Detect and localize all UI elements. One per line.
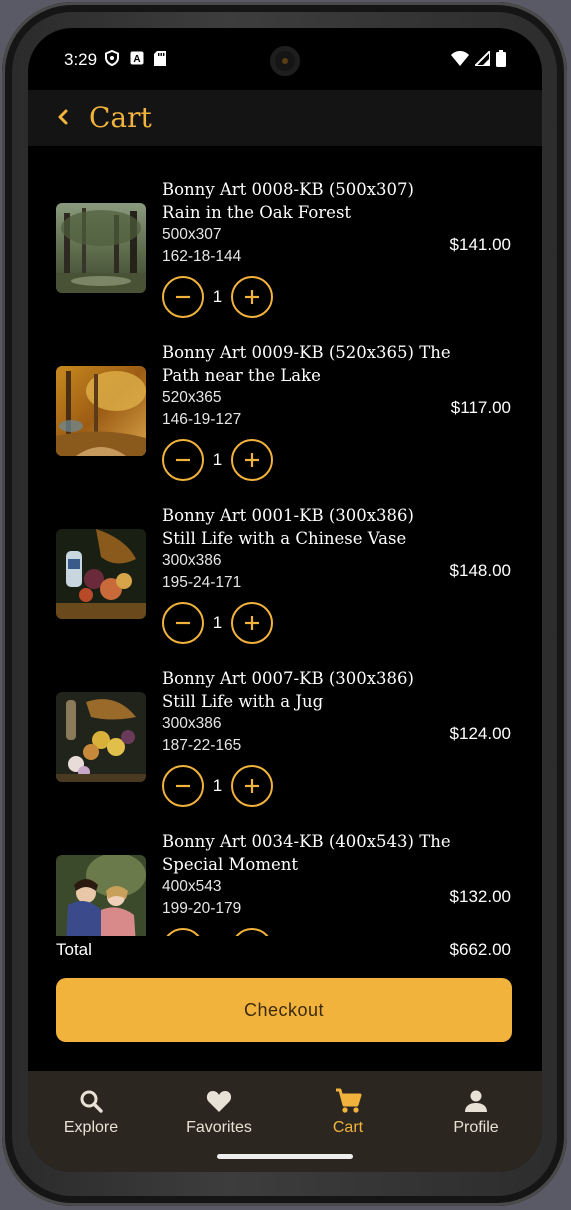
shield-icon xyxy=(105,50,119,66)
increase-button[interactable] xyxy=(231,765,273,807)
item-size: 520x365 xyxy=(162,389,222,406)
battery-icon xyxy=(496,50,506,67)
plus-icon xyxy=(245,453,259,467)
minus-icon xyxy=(176,458,190,462)
cart-item: Bonny Art 0007-KB (300x386) Still Life w… xyxy=(28,667,542,830)
minus-icon xyxy=(164,930,202,936)
chevron-left-icon xyxy=(58,109,68,125)
item-title: Bonny Art 0001-KB (300x386) Still Life w… xyxy=(162,506,414,548)
nav-label: Explore xyxy=(63,1119,119,1136)
item-title: Bonny Art 0007-KB (300x386) Still Life w… xyxy=(162,669,414,711)
increase-button[interactable] xyxy=(231,439,273,481)
artwork-thumbnail[interactable] xyxy=(56,366,146,456)
total-value: $662.00 xyxy=(449,940,511,959)
item-size: 300x386 xyxy=(162,715,222,732)
increase-button[interactable] xyxy=(231,276,273,318)
decrease-button[interactable] xyxy=(162,765,204,807)
nav-item-cart[interactable]: Cart xyxy=(288,1087,408,1137)
cart-item: Bonny Art 0001-KB (300x386) Still Life w… xyxy=(28,504,542,667)
decrease-button[interactable] xyxy=(162,602,204,644)
screen: 3:29 A Cart Bonny Art 0008-KB (500x307) … xyxy=(28,28,542,1172)
quantity-stepper: 1 xyxy=(162,928,273,936)
status-time: 3:29 xyxy=(64,50,98,69)
item-price: $124.00 xyxy=(449,724,511,743)
plus-icon xyxy=(245,290,259,304)
quantity-value: 1 xyxy=(212,450,223,469)
increase-button[interactable] xyxy=(231,602,273,644)
plus-icon xyxy=(233,930,271,936)
cart-icon xyxy=(336,1088,362,1113)
increase-button[interactable] xyxy=(231,928,273,936)
decrease-button[interactable] xyxy=(162,928,204,936)
checkout-button[interactable]: Checkout xyxy=(56,978,512,1042)
nav-label: Favorites xyxy=(186,1119,252,1136)
quantity-value: 1 xyxy=(212,613,223,632)
status-icons-left: A xyxy=(104,50,166,66)
quantity-stepper: 1 xyxy=(162,439,273,481)
search-icon xyxy=(80,1090,103,1113)
cart-item: Bonny Art 0009-KB (520x365) The Path nea… xyxy=(28,341,542,504)
item-code: 187-22-165 xyxy=(162,737,242,754)
item-title: Bonny Art 0034-KB (400x543) The Special … xyxy=(162,832,451,874)
sd-card-icon xyxy=(154,50,166,66)
person-icon xyxy=(465,1090,487,1112)
minus-icon xyxy=(176,295,190,299)
item-code: 199-20-179 xyxy=(162,900,242,917)
camera-cutout xyxy=(270,46,300,76)
minus-icon xyxy=(176,784,190,788)
item-price: $148.00 xyxy=(449,561,511,580)
status-bar: 3:29 A xyxy=(28,28,542,90)
decrease-button[interactable] xyxy=(162,276,204,318)
item-code: 195-24-171 xyxy=(162,574,242,591)
artwork-thumbnail[interactable] xyxy=(56,855,146,936)
cart-list[interactable]: Bonny Art 0008-KB (500x307) Rain in the … xyxy=(28,146,542,936)
back-button[interactable] xyxy=(48,102,78,132)
plus-icon xyxy=(245,616,259,630)
item-size: 300x386 xyxy=(162,552,222,569)
wifi-icon xyxy=(451,51,469,66)
page-title: Cart xyxy=(89,101,152,134)
status-icons-right xyxy=(451,50,506,67)
item-title: Bonny Art 0008-KB (500x307) Rain in the … xyxy=(162,180,414,222)
item-code: 146-19-127 xyxy=(162,411,242,428)
home-indicator[interactable] xyxy=(217,1154,353,1159)
decrease-button[interactable] xyxy=(162,439,204,481)
app-bar: Cart xyxy=(28,90,542,146)
item-size: 400x543 xyxy=(162,878,222,895)
quantity-value: 1 xyxy=(212,287,223,306)
nav-item-profile[interactable]: Profile xyxy=(416,1087,536,1137)
quantity-value: 1 xyxy=(212,776,223,795)
item-price: $141.00 xyxy=(449,235,511,254)
nav-label: Cart xyxy=(332,1119,364,1136)
cart-item: Bonny Art 0034-KB (400x543) The Special … xyxy=(28,830,542,936)
quantity-stepper: 1 xyxy=(162,602,273,644)
item-price: $132.00 xyxy=(449,887,511,906)
cart-item: Bonny Art 0008-KB (500x307) Rain in the … xyxy=(28,178,542,341)
artwork-thumbnail[interactable] xyxy=(56,692,146,782)
heart-icon xyxy=(206,1091,232,1112)
quantity-stepper: 1 xyxy=(162,276,273,318)
item-size: 500x307 xyxy=(162,226,222,243)
item-code: 162-18-144 xyxy=(162,248,242,265)
nav-item-explore[interactable]: Explore xyxy=(31,1087,151,1137)
artwork-thumbnail[interactable] xyxy=(56,203,146,293)
signal-icon xyxy=(475,51,490,66)
quantity-stepper: 1 xyxy=(162,765,273,807)
app-a-icon: A xyxy=(130,51,144,65)
item-price: $117.00 xyxy=(450,398,511,417)
nav-item-favorites[interactable]: Favorites xyxy=(159,1087,279,1137)
svg-text:A: A xyxy=(133,54,140,65)
plus-icon xyxy=(245,779,259,793)
nav-label: Profile xyxy=(453,1119,499,1136)
total-label: Total xyxy=(56,940,92,959)
item-title: Bonny Art 0009-KB (520x365) The Path nea… xyxy=(162,343,451,385)
minus-icon xyxy=(176,621,190,625)
artwork-thumbnail[interactable] xyxy=(56,529,146,619)
